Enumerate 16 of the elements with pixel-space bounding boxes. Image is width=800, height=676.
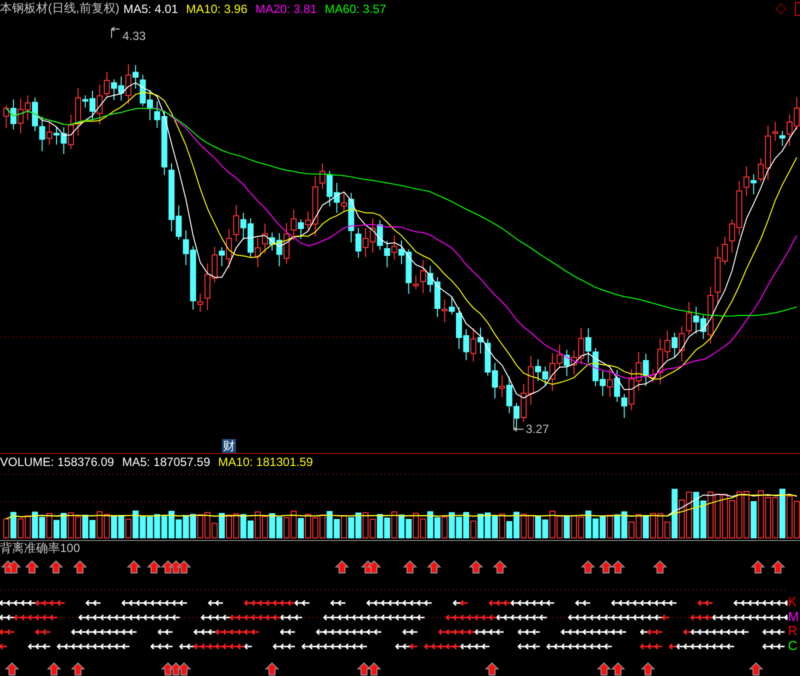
moving-average-legend: MA60: 3.57 [324, 2, 386, 16]
moving-average-legend: MA20: 3.81 [255, 2, 317, 16]
indicator-row-label: C [788, 638, 798, 653]
indicator-row-label: R [788, 624, 798, 638]
volume-legend: VOLUME: 158376.09 [0, 455, 114, 470]
low-price-label: 3.27 [526, 422, 550, 436]
volume-legend: MA5: 187057.59 [122, 455, 210, 470]
finance-badge[interactable]: 财 [222, 439, 236, 454]
indicator-row-label: K [788, 595, 798, 610]
volume-legend: MA10: 181301.59 [218, 455, 313, 470]
moving-average-legend: MA5: 4.01 [123, 2, 178, 16]
indicator-row-label: M [788, 610, 800, 624]
chart-title: 本钢板材(日线,前复权) [0, 0, 120, 18]
indicator-title: 背离准确率100 [0, 540, 80, 557]
moving-average-legend: MA10: 3.96 [186, 2, 248, 16]
high-price-label: 4.33 [122, 28, 146, 43]
